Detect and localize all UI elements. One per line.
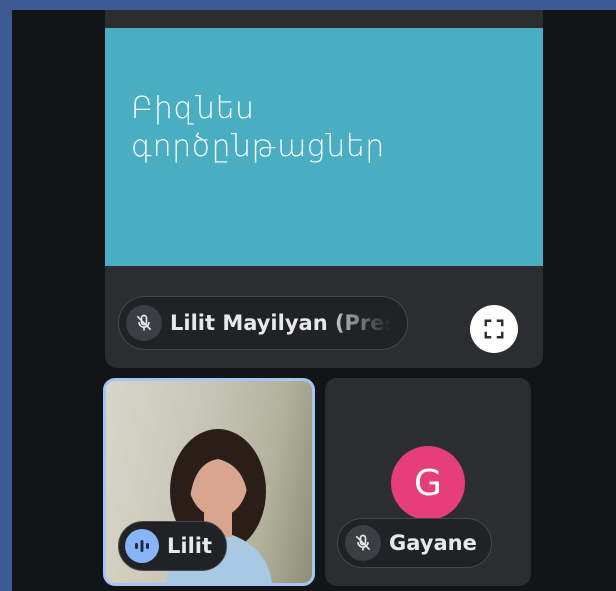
presentation-top-bar <box>105 10 543 28</box>
fullscreen-icon <box>484 319 504 339</box>
participant-name: Gayane <box>389 531 477 555</box>
mic-off-icon <box>345 525 381 561</box>
participant-tile-lilit[interactable]: Lilit <box>103 378 315 586</box>
fullscreen-button[interactable] <box>470 305 518 353</box>
mic-off-icon <box>126 305 162 341</box>
presenter-name-pill: Lilit Mayilyan (Presenting) <box>118 296 408 350</box>
audio-level-icon <box>125 529 159 563</box>
participant-name-pill-gayane: Gayane <box>337 518 492 568</box>
avatar: G <box>391 446 465 520</box>
participant-name-pill-lilit: Lilit <box>118 521 228 571</box>
presenter-name: Lilit Mayilyan (Presenting) <box>170 311 390 335</box>
presentation-tile[interactable]: Բիզնես գործընթացներ Lilit Mayilyan (Pres… <box>105 10 543 368</box>
slide-title: Բիզնես գործընթացներ <box>131 91 385 164</box>
meeting-stage: Բիզնես գործընթացներ Lilit Mayilyan (Pres… <box>12 10 616 591</box>
participant-tile-gayane[interactable]: G Gayane <box>325 378 531 586</box>
presentation-slide: Բիզնես գործընթացներ <box>105 28 543 266</box>
participant-name: Lilit <box>167 534 213 558</box>
